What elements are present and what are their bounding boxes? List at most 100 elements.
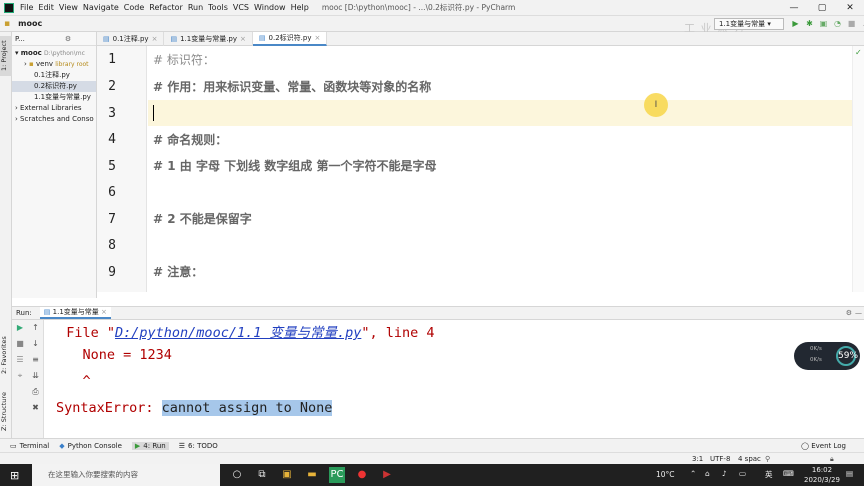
console-file-link[interactable]: D:/python/mooc/1.1 变量与常量.py bbox=[115, 325, 361, 341]
run-icon: ▶ bbox=[134, 441, 141, 450]
menu-view[interactable]: View bbox=[59, 3, 78, 12]
stop-icon[interactable]: ■ bbox=[846, 18, 857, 29]
code-line: # 注意： bbox=[153, 265, 204, 279]
tab-terminal[interactable]: ▭ Terminal bbox=[10, 442, 49, 450]
windows-start-icon[interactable]: ⊞ bbox=[10, 469, 19, 482]
project-tool-tab[interactable]: 1: Project bbox=[0, 36, 12, 76]
recorder-icon[interactable]: ● bbox=[354, 467, 370, 483]
run-config-label: 1.1变量与常量 bbox=[719, 20, 766, 28]
menu-refactor[interactable]: Refactor bbox=[149, 3, 183, 12]
tray-expand-icon[interactable]: ⌃ bbox=[690, 469, 696, 478]
close-button[interactable]: ✕ bbox=[836, 0, 864, 16]
print-icon[interactable]: ⎙ bbox=[28, 384, 43, 400]
pin-icon[interactable]: ⌖ bbox=[12, 368, 28, 384]
tree-node-root[interactable]: ▾ mooc D:\python\mc bbox=[12, 48, 96, 59]
menu-file[interactable]: File bbox=[20, 3, 33, 12]
favorites-tool-tab[interactable]: 2: Favorites bbox=[0, 330, 12, 380]
code-editor[interactable]: # 标识符： # 作用：用来标识变量、常量、函数块等对象的名称 # 命名规则： … bbox=[148, 46, 852, 292]
code-line: # 标识符： bbox=[153, 53, 215, 67]
scroll-to-end-icon[interactable]: ⇊ bbox=[28, 368, 43, 384]
tree-node-file-selected[interactable]: 0.2标识符.py bbox=[12, 81, 96, 92]
hide-panel-icon[interactable]: — bbox=[855, 309, 862, 317]
file-explorer-icon[interactable]: ▬ bbox=[304, 467, 320, 483]
window-controls: — ▢ ✕ bbox=[780, 0, 864, 16]
taskbar-search-input[interactable]: 在这里输入你要搜索的内容 bbox=[32, 464, 220, 486]
breadcrumb[interactable]: mooc bbox=[18, 19, 42, 28]
tab-run[interactable]: ▶ 4: Run bbox=[131, 441, 169, 450]
tree-node-file[interactable]: 1.1变量与常量.py bbox=[12, 92, 96, 103]
pycharm-taskbar-icon[interactable]: PC bbox=[329, 467, 345, 483]
notification-icon[interactable]: ▤ bbox=[846, 469, 853, 478]
menu-help[interactable]: Help bbox=[291, 3, 309, 12]
close-tab-icon[interactable]: × bbox=[314, 31, 320, 45]
menu-run[interactable]: Run bbox=[188, 3, 203, 12]
profile-icon[interactable]: ◔ bbox=[832, 18, 843, 29]
tree-node-external-libraries[interactable]: › External Libraries bbox=[12, 103, 96, 114]
settings-gear-icon[interactable]: ⚙ bbox=[65, 35, 71, 43]
close-tab-icon[interactable]: × bbox=[101, 308, 107, 316]
tab-label: 0.1注释.py bbox=[112, 35, 149, 43]
event-log-icon: ◯ bbox=[801, 441, 809, 450]
code-line: # 命名规则： bbox=[153, 133, 228, 147]
status-bar: 3:1 UTF-8 4 spac ⚲ 🔒︎ bbox=[0, 452, 864, 464]
bottom-tool-tabs: ▭ Terminal ◆ Python Console ▶ 4: Run ☰ 6: TO… bbox=[0, 438, 864, 452]
menu-tools[interactable]: Tools bbox=[208, 3, 228, 12]
debug-icon[interactable]: ✱ bbox=[804, 18, 815, 29]
run-icon[interactable]: ▶ bbox=[790, 18, 801, 29]
media-player-icon[interactable]: ▶ bbox=[379, 467, 395, 483]
tree-node-label: Scratches and Conso bbox=[20, 115, 94, 123]
tab-0-1[interactable]: ▤ 0.1注释.py × bbox=[97, 32, 165, 46]
tree-node-venv[interactable]: › ▪ venv library root bbox=[12, 59, 96, 70]
menu-edit[interactable]: Edit bbox=[38, 3, 54, 12]
menu-code[interactable]: Code bbox=[124, 3, 144, 12]
volume-icon[interactable]: ♪ bbox=[722, 469, 727, 478]
tab-label: 6: TODO bbox=[188, 441, 218, 450]
run-console-output[interactable]: File "D:/python/mooc/1.1 变量与常量.py", line… bbox=[44, 320, 852, 438]
coverage-icon[interactable]: ▣ bbox=[818, 18, 829, 29]
event-log-button[interactable]: ◯ Event Log bbox=[801, 442, 846, 450]
menu-vcs[interactable]: VCS bbox=[233, 3, 249, 12]
line-number: 1 bbox=[108, 52, 116, 67]
run-config-tab[interactable]: ▤ 1.1变量与常量 × bbox=[39, 307, 111, 319]
scroll-down-icon[interactable]: ↓ bbox=[28, 336, 43, 352]
clear-all-icon[interactable]: ✖ bbox=[28, 400, 43, 416]
soft-wrap-icon[interactable]: ≡ bbox=[28, 352, 43, 368]
scroll-up-icon[interactable]: ↑ bbox=[28, 320, 43, 336]
line-number: 8 bbox=[108, 238, 116, 253]
tab-python-console[interactable]: ◆ Python Console bbox=[59, 442, 122, 450]
search-everywhere-icon[interactable]: ⌕ bbox=[860, 18, 864, 29]
navigation-bar: ▪ mooc 工 业 派 方 1.1变量与常量 ▾ ▶ ✱ ▣ ◔ ■ ⌕ bbox=[0, 16, 864, 35]
left-tool-strip: 1: Project 2: Favorites Z: Structure bbox=[0, 32, 12, 438]
input-method[interactable]: 英 bbox=[765, 469, 773, 480]
text-cursor-icon: I bbox=[654, 100, 658, 110]
run-config-select[interactable]: 1.1变量与常量 ▾ bbox=[714, 18, 784, 30]
stop-icon[interactable]: ■ bbox=[12, 336, 28, 352]
minimize-button[interactable]: — bbox=[780, 0, 808, 16]
tab-1-1[interactable]: ▤ 1.1变量与常量.py × bbox=[164, 32, 253, 46]
task-view-icon[interactable]: ⧉ bbox=[254, 467, 270, 483]
menu-window[interactable]: Window bbox=[254, 3, 286, 12]
close-tab-icon[interactable]: × bbox=[240, 32, 246, 46]
folder-icon: ▪ bbox=[29, 60, 34, 68]
tree-node-scratches[interactable]: › Scratches and Conso bbox=[12, 114, 96, 125]
structure-tool-tab[interactable]: Z: Structure bbox=[0, 387, 12, 437]
network-icon[interactable]: ⌂ bbox=[705, 469, 710, 478]
settings-gear-icon[interactable]: ⚙ bbox=[846, 309, 852, 317]
menu-navigate[interactable]: Navigate bbox=[83, 3, 119, 12]
layout-icon[interactable]: ☰ bbox=[12, 352, 28, 368]
battery-icon[interactable]: ▭ bbox=[739, 469, 746, 478]
tab-todo[interactable]: ☰ 6: TODO bbox=[179, 442, 218, 450]
rerun-icon[interactable]: ▶ bbox=[12, 320, 28, 336]
tree-node-label: 0.2标识符.py bbox=[34, 82, 77, 90]
close-tab-icon[interactable]: × bbox=[152, 32, 158, 46]
editor-scrollbar[interactable]: ✓ bbox=[852, 46, 864, 292]
keyboard-icon[interactable]: ⌨ bbox=[783, 469, 794, 478]
store-icon[interactable]: ▣ bbox=[279, 467, 295, 483]
tab-0-2-active[interactable]: ▤ 0.2标识符.py × bbox=[252, 31, 328, 46]
maximize-button[interactable]: ▢ bbox=[808, 0, 836, 16]
cortana-icon[interactable]: ○ bbox=[229, 467, 245, 483]
project-view-select[interactable]: P... bbox=[15, 35, 25, 43]
console-selection: cannot assign to None bbox=[161, 400, 333, 416]
clock[interactable]: 16:02 2020/3/29 bbox=[804, 465, 840, 485]
tree-node-file[interactable]: 0.1注释.py bbox=[12, 70, 96, 81]
